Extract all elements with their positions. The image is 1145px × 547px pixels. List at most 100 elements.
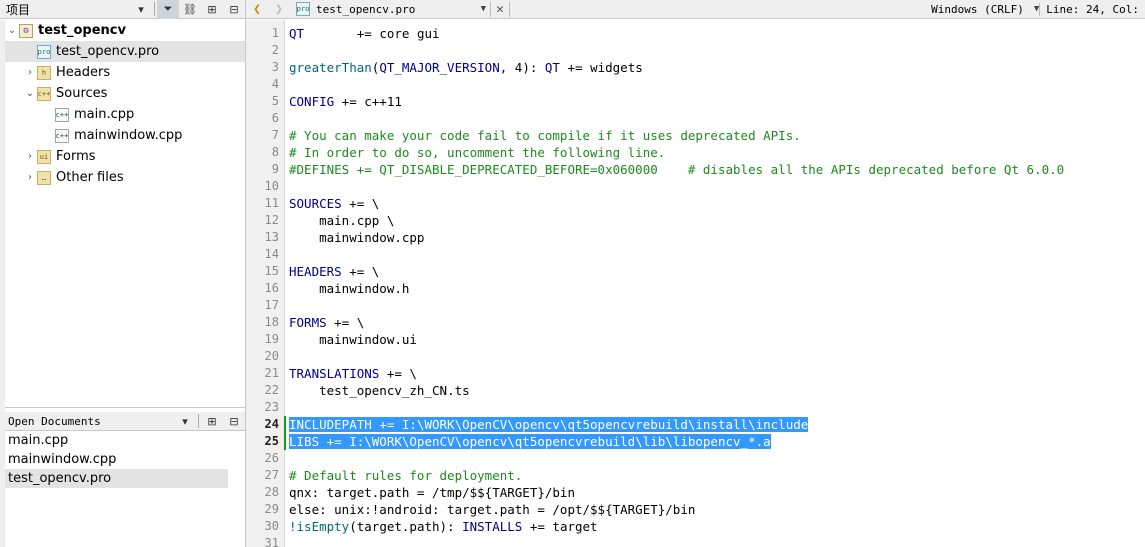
code-line[interactable]	[289, 246, 1145, 263]
code-token: += \	[326, 315, 365, 330]
panel-divider[interactable]	[5, 407, 245, 408]
line-number: 14	[264, 247, 279, 261]
code-line[interactable]	[289, 297, 1145, 314]
code-line[interactable]: # In order to do so, uncomment the follo…	[289, 144, 1145, 161]
code-line[interactable]: else: unix:!android: target.path = /opt/…	[289, 501, 1145, 518]
code-line[interactable]	[289, 450, 1145, 467]
code-line[interactable]	[289, 76, 1145, 93]
project-panel-header: 项目 ▾ ⏷ ⛓ ⊞ ⊟	[0, 0, 245, 19]
code-line[interactable]: HEADERS += \	[289, 263, 1145, 280]
tree-item[interactable]: c++ mainwindow.cpp	[5, 125, 245, 146]
code-token: HEADERS	[289, 264, 342, 279]
line-number: 6	[271, 111, 279, 125]
code-line[interactable]: mainwindow.h	[289, 280, 1145, 297]
code-line[interactable]: FORMS += \	[289, 314, 1145, 331]
code-token: INSTALLS	[462, 519, 523, 534]
code-editor[interactable]: QT += core gui greaterThan(QT_MAJOR_VERSI…	[289, 25, 1145, 547]
change-marker	[284, 416, 286, 450]
close-panel-icon[interactable]: ⊟	[223, 412, 245, 431]
filter-icon[interactable]: ⏷	[157, 0, 179, 19]
code-line[interactable]: main.cpp \	[289, 212, 1145, 229]
code-token: !isEmpty	[289, 519, 350, 534]
toolbar-separator	[198, 414, 199, 428]
tree-item-label: Headers	[56, 65, 111, 80]
code-line[interactable]: SOURCES += \	[289, 195, 1145, 212]
other-folder-icon: …	[37, 170, 51, 185]
open-document-item[interactable]: test_opencv.pro	[5, 469, 228, 488]
tree-item[interactable]: ›… Other files	[5, 167, 245, 188]
code-line[interactable]: mainwindow.cpp	[289, 229, 1145, 246]
open-document-item[interactable]: mainwindow.cpp	[5, 450, 228, 469]
code-line[interactable]	[289, 348, 1145, 365]
line-number: 11	[264, 196, 279, 210]
close-document-icon[interactable]: ✕	[490, 1, 510, 17]
code-token: INCLUDEPATH += I:\WORK\OpenCV\opencv\qt5…	[289, 417, 809, 432]
code-line[interactable]: #DEFINES += QT_DISABLE_DEPRECATED_BEFORE…	[289, 161, 1145, 178]
tree-item[interactable]: pro test_opencv.pro	[5, 41, 245, 62]
panel-mode-dropdown-icon[interactable]: ▾	[174, 412, 196, 431]
pro-file-icon: pro	[296, 2, 310, 16]
forward-arrow-icon[interactable]: ❯	[268, 2, 290, 17]
code-line[interactable]	[289, 178, 1145, 195]
panel-mode-dropdown-icon[interactable]: ▾	[130, 0, 152, 19]
headers-folder-icon: h	[37, 65, 51, 80]
tree-item[interactable]: c++ main.cpp	[5, 104, 245, 125]
tree-item[interactable]: › ui Forms	[5, 146, 245, 167]
code-line[interactable]: # You can make your code fail to compile…	[289, 127, 1145, 144]
code-line[interactable]: !isEmpty(target.path): INSTALLS += targe…	[289, 518, 1145, 535]
code-token: # In order to do so, uncomment the follo…	[289, 145, 666, 160]
code-line[interactable]: greaterThan(QT_MAJOR_VERSION, 4): QT += …	[289, 59, 1145, 76]
code-line[interactable]: INCLUDEPATH += I:\WORK\OpenCV\opencv\qt5…	[289, 416, 1145, 433]
pro-file-icon: pro	[37, 44, 51, 59]
code-line[interactable]: test_opencv_zh_CN.ts	[289, 382, 1145, 399]
code-line[interactable]: # Default rules for deployment.	[289, 467, 1145, 484]
code-line[interactable]: TRANSLATIONS += \	[289, 365, 1145, 382]
back-arrow-icon[interactable]: ❮	[246, 2, 268, 17]
line-number: 3	[271, 60, 279, 74]
line-number: 9	[271, 162, 279, 176]
document-selector[interactable]: pro test_opencv.pro ▼	[290, 2, 486, 16]
line-number: 22	[264, 383, 279, 397]
code-line[interactable]: QT += core gui	[289, 25, 1145, 42]
sources-folder-icon: c++	[37, 86, 51, 101]
code-token: SOURCES	[289, 196, 342, 211]
line-ending-selector[interactable]: Windows (CRLF)	[925, 3, 1030, 16]
tree-item[interactable]: ⌄ ⚙ test_opencv	[5, 20, 245, 41]
expand-chevron-icon[interactable]: ⌄	[5, 25, 19, 36]
code-line[interactable]	[289, 42, 1145, 59]
code-token: += target	[522, 519, 598, 534]
code-line[interactable]	[289, 110, 1145, 127]
collapse-chevron-icon[interactable]: ›	[23, 67, 37, 78]
collapse-chevron-icon[interactable]: ›	[23, 172, 37, 183]
tree-item[interactable]: › h Headers	[5, 62, 245, 83]
open-document-item[interactable]: main.cpp	[5, 431, 228, 450]
cursor-position-indicator[interactable]: Line: 24, Col:	[1039, 2, 1145, 16]
close-panel-icon[interactable]: ⊟	[223, 0, 245, 19]
expand-chevron-icon[interactable]: ⌄	[23, 88, 37, 99]
code-token: QT	[289, 26, 305, 41]
line-number: 27	[264, 468, 279, 482]
line-number: 2	[271, 43, 279, 57]
tree-item-label: test_opencv	[38, 23, 126, 38]
code-line[interactable]: mainwindow.ui	[289, 331, 1145, 348]
line-number: 5	[271, 94, 279, 108]
tree-item-label: Sources	[56, 86, 108, 101]
line-number: 18	[264, 315, 279, 329]
code-line[interactable]: qnx: target.path = /tmp/$${TARGET}/bin	[289, 484, 1145, 501]
code-token: (target.path):	[349, 519, 463, 534]
split-panel-icon[interactable]: ⊞	[201, 0, 223, 19]
toolbar-separator	[154, 2, 155, 16]
code-line[interactable]: CONFIG += c++11	[289, 93, 1145, 110]
code-line[interactable]: LIBS += I:\WORK\OpenCV\opencv\qt5opencvr…	[289, 433, 1145, 450]
line-number: 20	[264, 349, 279, 363]
code-token: += core gui	[304, 26, 440, 41]
collapse-chevron-icon[interactable]: ›	[23, 151, 37, 162]
tree-item[interactable]: ⌄ c++ Sources	[5, 83, 245, 104]
code-token: LIBS += I:\WORK\OpenCV\opencv\qt5opencvr…	[289, 434, 771, 449]
code-line[interactable]	[289, 535, 1145, 547]
code-token: TRANSLATIONS	[289, 366, 380, 381]
split-panel-icon[interactable]: ⊞	[201, 412, 223, 431]
code-line[interactable]	[289, 399, 1145, 416]
tree-item-label: test_opencv.pro	[56, 44, 160, 59]
link-with-editor-icon[interactable]: ⛓	[179, 0, 201, 19]
